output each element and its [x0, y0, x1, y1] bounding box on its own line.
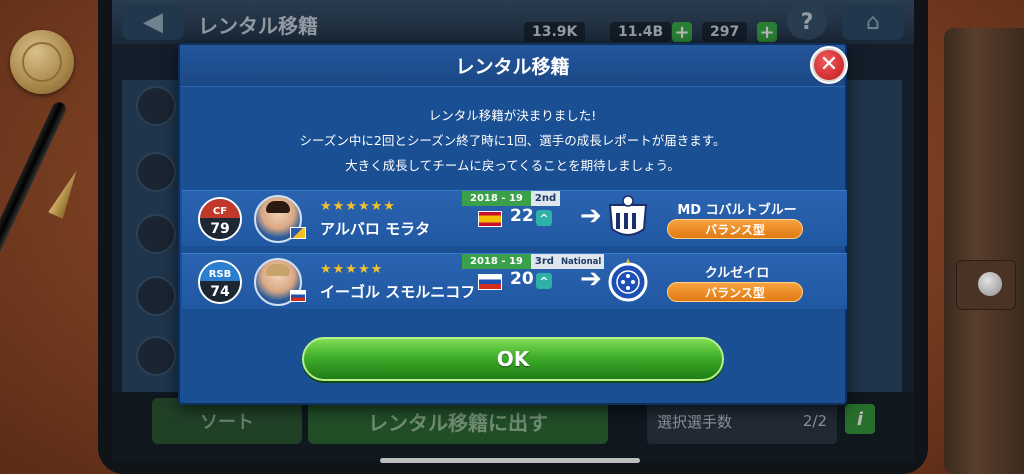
loan-player-card: RSB 74 ★★★★★ イーゴル スモルニコフ 2018 - 19 3rd N… [182, 253, 847, 309]
loan-result-dialog: レンタル移籍 ✕ レンタル移籍が決まりました! シーズン中に2回とシーズン終了時… [178, 43, 848, 405]
season-rank: 2nd [530, 191, 561, 206]
arrow-right-icon: ➔ [580, 264, 602, 294]
growth-up-icon: ^ [536, 273, 552, 289]
play-style-badge: バランス型 [667, 219, 803, 239]
loan-club-name: MD コバルトブルー [677, 203, 797, 218]
position-label: CF [200, 199, 240, 219]
position-badge: CF 79 [198, 197, 242, 241]
season-year: 2018 - 19 [462, 254, 531, 269]
notebook-decoration [944, 28, 1024, 474]
wax-seal-decoration [10, 30, 74, 94]
club-badge-icon [290, 227, 306, 239]
close-button[interactable]: ✕ [810, 46, 848, 84]
loan-club-name: クルゼイロ [704, 266, 770, 281]
dialog-title: レンタル移籍 [180, 45, 845, 87]
club-crest-icon [608, 195, 648, 236]
notebook-button-decoration [978, 272, 1002, 296]
star-rating: ★★★★★★ [320, 199, 396, 214]
growth-up-icon: ^ [536, 210, 552, 226]
pen-nib-decoration [48, 167, 84, 219]
arrow-right-icon: ➔ [580, 201, 602, 231]
player-age: 20 [510, 269, 534, 289]
ok-button[interactable]: OK [302, 337, 724, 381]
message-line: レンタル移籍が決まりました! [428, 108, 597, 123]
club-crest-icon [608, 258, 648, 302]
position-label: RSB [200, 262, 240, 282]
message-line: 大きく成長してチームに戻ってくることを期待しましょう。 [345, 158, 680, 173]
season-result: 2018 - 19 2nd [462, 191, 561, 206]
spain-flag-icon [478, 211, 502, 227]
star-rating: ★★★★★ [320, 262, 384, 277]
russia-flag-icon [290, 290, 306, 302]
player-rating: 74 [200, 281, 240, 302]
loan-player-card: CF 79 ★★★★★★ アルバロ モラタ 2018 - 19 2nd 22 ^… [182, 190, 847, 246]
message-line: シーズン中に2回とシーズン終了時に1回、選手の成長レポートが届きます。 [299, 133, 726, 148]
pen-decoration [0, 99, 69, 260]
player-name: イーゴル スモルニコフ [320, 283, 476, 301]
home-indicator[interactable] [380, 458, 640, 463]
player-name: アルバロ モラタ [320, 220, 431, 238]
season-year: 2018 - 19 [462, 191, 531, 206]
player-age: 22 [510, 206, 534, 226]
russia-flag-icon [478, 274, 502, 290]
position-badge: RSB 74 [198, 260, 242, 304]
player-rating: 79 [200, 218, 240, 239]
play-style-badge: バランス型 [667, 282, 803, 302]
close-icon: ✕ [814, 50, 844, 80]
season-rank: 3rd [530, 254, 558, 269]
